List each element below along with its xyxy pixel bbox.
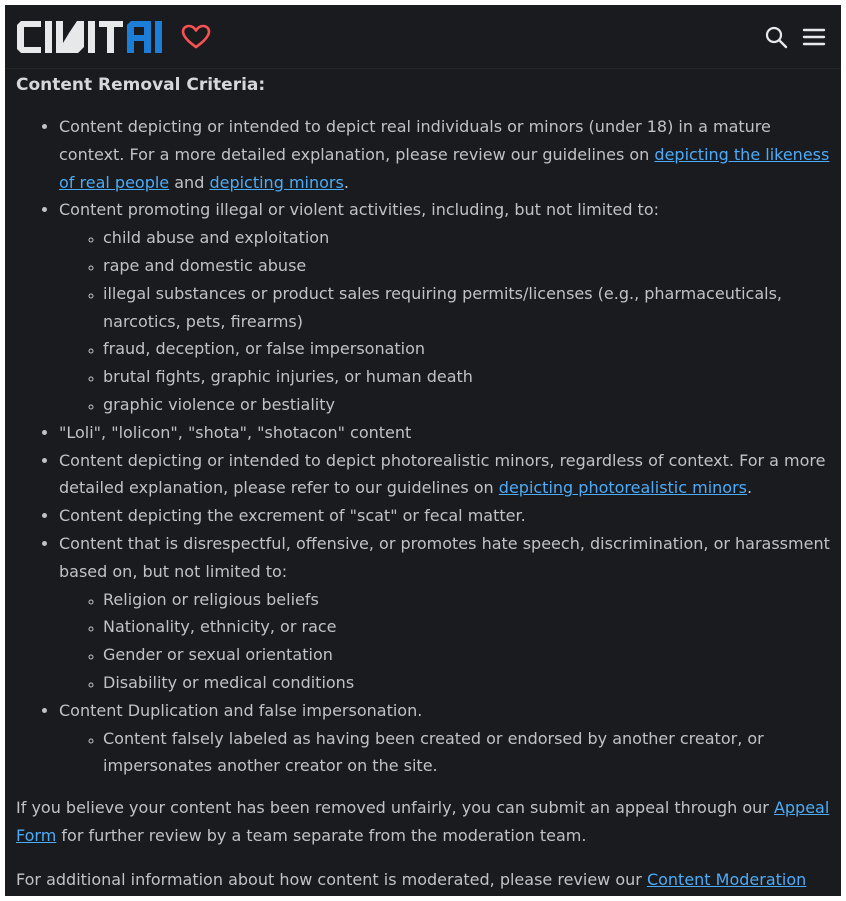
search-icon — [765, 26, 788, 48]
sub-list: Religion or religious beliefs Nationalit… — [59, 586, 830, 697]
list-item: Content Duplication and false impersonat… — [59, 697, 830, 780]
list-item: Content that is disrespectful, offensive… — [59, 530, 830, 697]
minors-guidelines-link[interactable]: depicting minors — [209, 173, 343, 192]
sub-list-item: Gender or sexual orientation — [103, 641, 830, 669]
moderation-paragraph: For additional information about how con… — [16, 866, 830, 896]
sub-list: child abuse and exploitation rape and do… — [59, 224, 830, 419]
brand — [17, 20, 211, 53]
sub-list: Content falsely labeled as having been c… — [59, 725, 830, 781]
list-item: "Loli", "lolicon", "shota", "shotacon" c… — [59, 419, 830, 447]
item-text: . — [747, 478, 753, 498]
sub-list-item: brutal fights, graphic injuries, or huma… — [103, 363, 830, 391]
header-actions — [763, 24, 829, 50]
paragraph-text: If you believe your content has been rem… — [16, 798, 774, 818]
heart-icon[interactable] — [181, 24, 211, 50]
item-text: Content Duplication and false impersonat… — [59, 700, 423, 720]
civitai-logo[interactable] — [17, 20, 169, 53]
item-text: Content that is disrespectful, offensive… — [59, 533, 830, 581]
sub-list-item: graphic violence or bestiality — [103, 391, 830, 419]
list-item: Content depicting or intended to depict … — [59, 447, 830, 503]
criteria-list: Content depicting or intended to depict … — [16, 113, 830, 780]
sub-list-item: Content falsely labeled as having been c… — [103, 725, 830, 781]
search-button[interactable] — [763, 24, 789, 50]
sub-list-item: Nationality, ethnicity, or race — [103, 613, 830, 641]
site-header — [5, 5, 841, 69]
sub-list-item: fraud, deception, or false impersonation — [103, 335, 830, 363]
appeal-paragraph: If you believe your content has been rem… — [16, 794, 830, 850]
photorealistic-minors-link[interactable]: depicting photorealistic minors — [499, 478, 747, 497]
sub-list-item: child abuse and exploitation — [103, 224, 830, 252]
menu-button[interactable] — [801, 24, 827, 50]
list-item: Content depicting or intended to depict … — [59, 113, 830, 196]
paragraph-text: for further review by a team separate fr… — [56, 825, 587, 845]
sub-list-item: Disability or medical conditions — [103, 669, 830, 697]
content-area: Content Removal Criteria: Content depict… — [5, 72, 841, 896]
list-item: Content depicting the excrement of "scat… — [59, 502, 830, 530]
list-item: Content promoting illegal or violent act… — [59, 196, 830, 418]
sub-list-item: Religion or religious beliefs — [103, 586, 830, 614]
paragraph-text: For additional information about how con… — [16, 869, 647, 889]
sub-list-item: illegal substances or product sales requ… — [103, 280, 830, 336]
item-text: Content promoting illegal or violent act… — [59, 200, 660, 220]
item-text: and — [169, 172, 210, 192]
hamburger-menu-icon — [802, 28, 826, 45]
item-text: . — [343, 172, 349, 192]
sub-list-item: rape and domestic abuse — [103, 252, 830, 280]
page-title: Content Removal Criteria: — [16, 75, 266, 95]
app-frame: Content Removal Criteria: Content depict… — [5, 5, 841, 896]
